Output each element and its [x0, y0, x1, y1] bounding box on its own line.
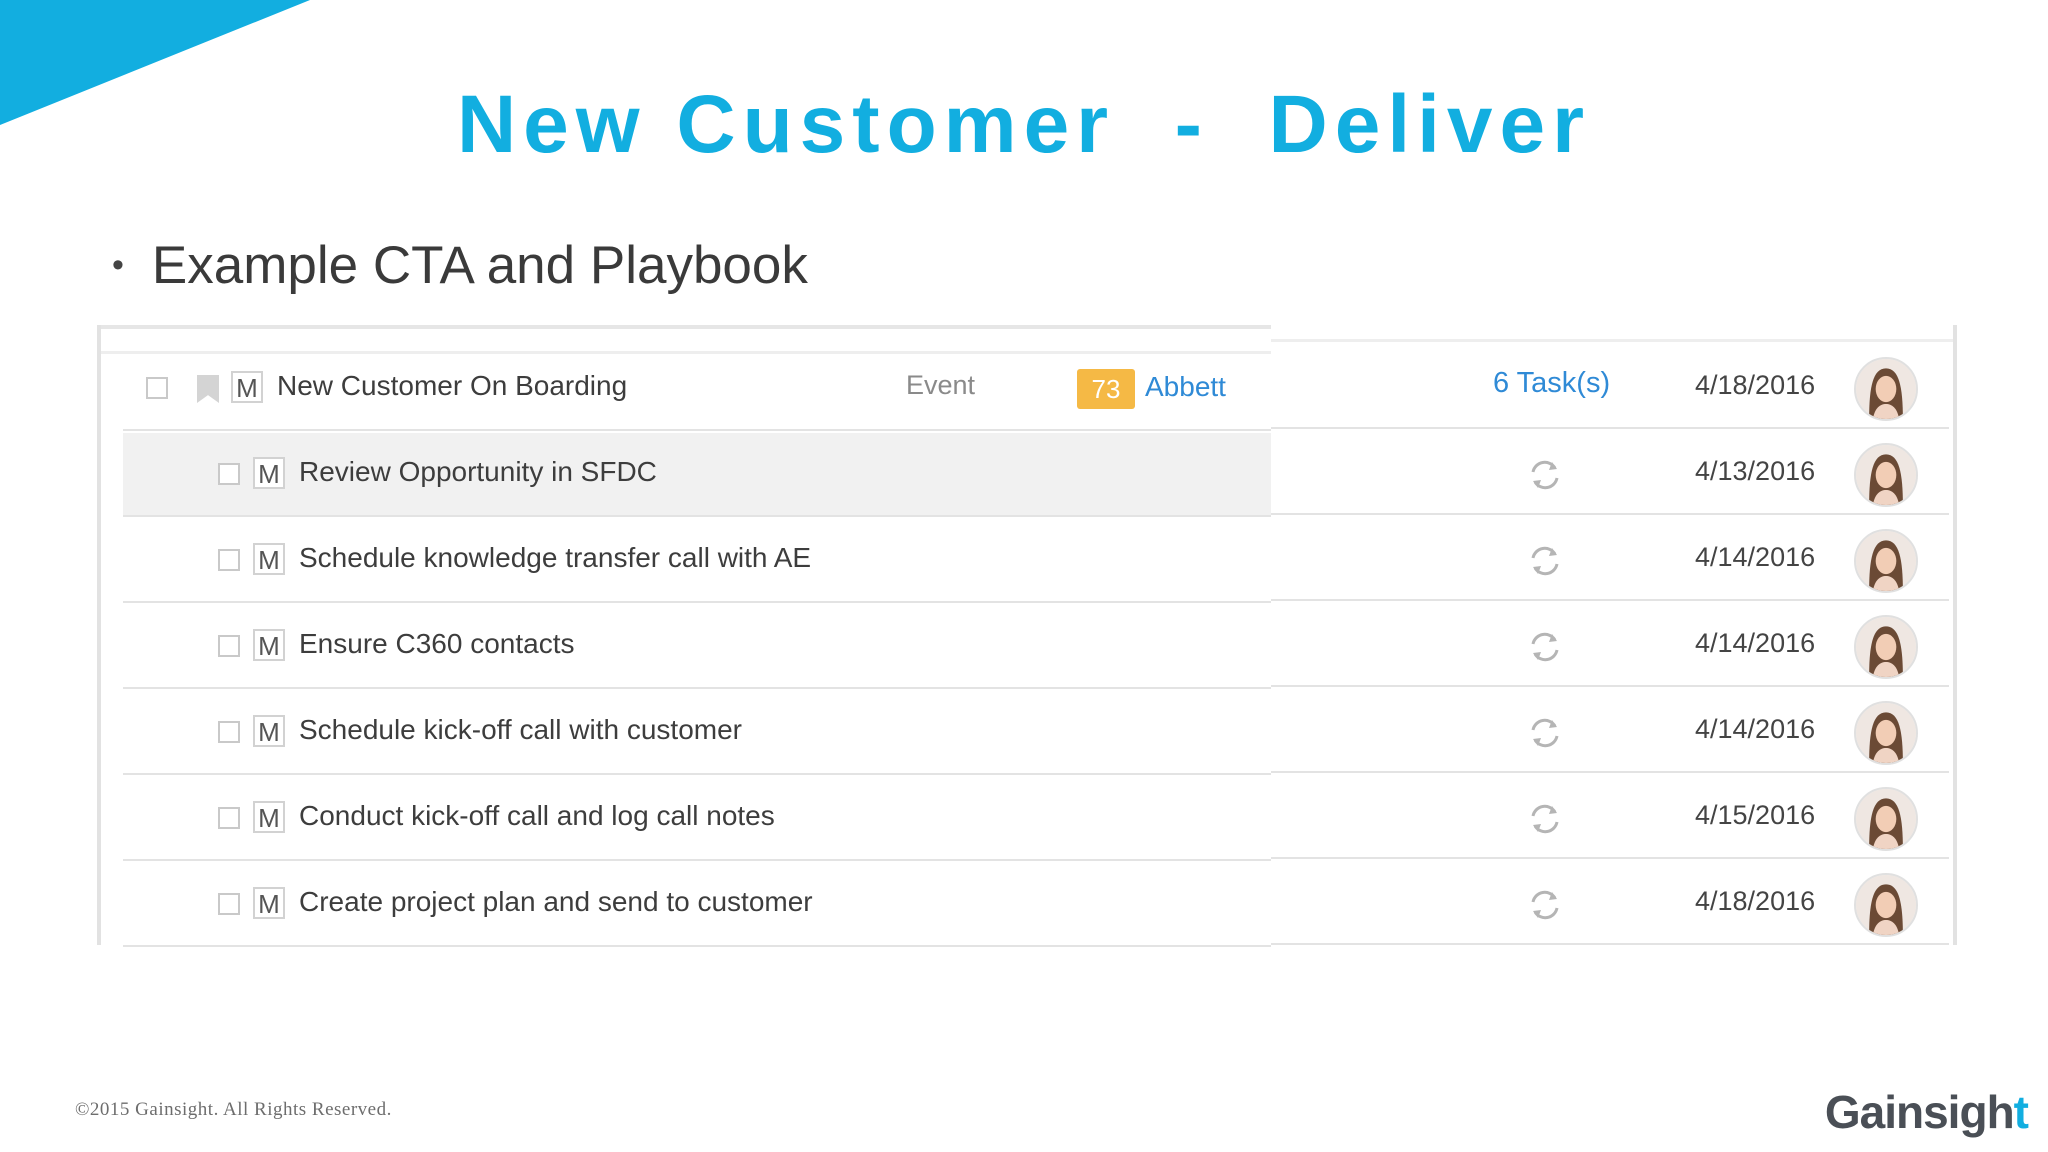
task-row[interactable]: M Schedule knowledge transfer call with …	[123, 519, 1949, 603]
logo-text: Gainsigh	[1824, 1086, 2015, 1138]
task-name[interactable]: Schedule knowledge transfer call with AE	[299, 542, 811, 574]
avatar[interactable]	[1854, 873, 1918, 937]
task-due-date: 4/18/2016	[1695, 886, 1816, 916]
refresh-icon[interactable]	[1527, 887, 1563, 923]
bookmark-icon[interactable]	[197, 375, 219, 403]
cta-reason: Event	[906, 370, 976, 400]
avatar[interactable]	[1854, 357, 1918, 421]
task-checkbox[interactable]	[218, 893, 240, 915]
slide-title: New Customer - Deliver	[456, 79, 1592, 170]
task-type-badge: M	[253, 543, 285, 575]
cta-name[interactable]: New Customer On Boarding	[277, 370, 627, 402]
task-name[interactable]: Conduct kick-off call and log call notes	[299, 800, 775, 832]
cta-type-badge: M	[231, 371, 263, 403]
refresh-icon[interactable]	[1527, 629, 1563, 665]
bullet-text: Example CTA and Playbook	[151, 236, 808, 295]
avatar[interactable]	[1854, 529, 1918, 593]
cta-row[interactable]: M New Customer On Boarding Event 73 Abbe…	[123, 347, 1949, 431]
task-name[interactable]: Create project plan and send to customer	[299, 886, 813, 918]
score-badge: 73	[1077, 369, 1135, 409]
account-link[interactable]: Abbett	[1145, 371, 1226, 403]
task-type-badge: M	[253, 629, 285, 661]
avatar[interactable]	[1854, 443, 1918, 507]
task-due-date: 4/15/2016	[1695, 800, 1816, 830]
task-name[interactable]: Schedule kick-off call with customer	[299, 714, 742, 746]
task-due-date: 4/14/2016	[1695, 542, 1816, 572]
avatar[interactable]	[1854, 615, 1918, 679]
avatar[interactable]	[1854, 701, 1918, 765]
task-checkbox[interactable]	[218, 463, 240, 485]
task-row[interactable]: M Create project plan and send to custom…	[123, 863, 1949, 947]
panel-header-line	[1271, 339, 1953, 342]
task-row[interactable]: M Conduct kick-off call and log call not…	[123, 777, 1949, 861]
cta-checkbox[interactable]	[146, 377, 168, 399]
bullet-item: • Example CTA and Playbook	[112, 235, 808, 296]
logo-accent-text: t	[2013, 1086, 2029, 1138]
refresh-icon[interactable]	[1527, 543, 1563, 579]
refresh-icon[interactable]	[1527, 801, 1563, 837]
task-checkbox[interactable]	[218, 807, 240, 829]
task-checkbox[interactable]	[218, 721, 240, 743]
task-row[interactable]: M Schedule kick-off call with customer 4…	[123, 691, 1949, 775]
task-due-date: 4/14/2016	[1695, 714, 1816, 744]
copyright-text: ©2015 Gainsight. All Rights Reserved.	[75, 1099, 392, 1120]
task-checkbox[interactable]	[218, 549, 240, 571]
task-name[interactable]: Review Opportunity in SFDC	[299, 456, 657, 488]
task-type-badge: M	[253, 801, 285, 833]
tasks-link[interactable]: 6 Task(s)	[1493, 367, 1610, 400]
task-name[interactable]: Ensure C360 contacts	[299, 628, 575, 660]
bullet-dot: •	[112, 246, 124, 284]
task-type-badge: M	[253, 715, 285, 747]
cta-due-date: 4/18/2016	[1695, 370, 1816, 400]
cta-panel: M New Customer On Boarding Event 73 Abbe…	[97, 325, 1957, 947]
task-checkbox[interactable]	[218, 635, 240, 657]
task-due-date: 4/13/2016	[1695, 456, 1816, 486]
task-row[interactable]: M Review Opportunity in SFDC 4/13/2016	[123, 433, 1949, 517]
task-row[interactable]: M Ensure C360 contacts 4/14/2016	[123, 605, 1949, 689]
refresh-icon[interactable]	[1527, 457, 1563, 493]
refresh-icon[interactable]	[1527, 715, 1563, 751]
avatar[interactable]	[1854, 787, 1918, 851]
gainsight-logo: Gainsight	[1824, 1085, 2029, 1139]
task-type-badge: M	[253, 887, 285, 919]
task-due-date: 4/14/2016	[1695, 628, 1816, 658]
task-type-badge: M	[253, 457, 285, 489]
